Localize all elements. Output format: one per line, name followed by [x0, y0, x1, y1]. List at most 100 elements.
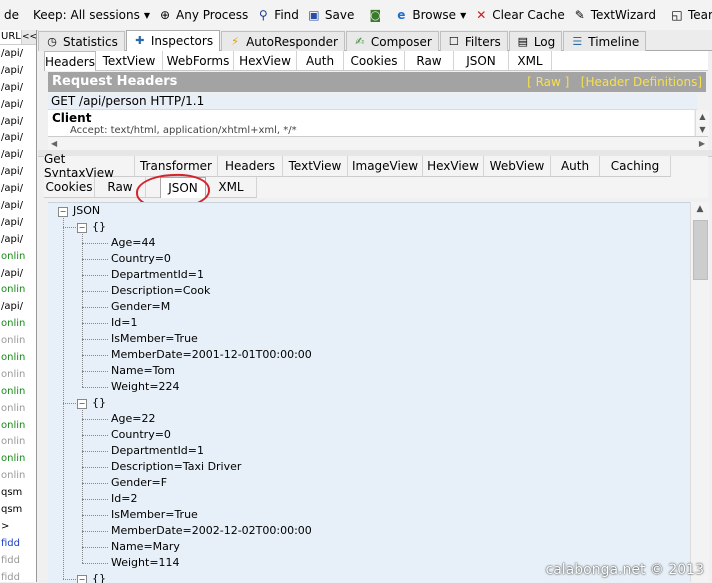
textwizard-button[interactable]: ✎ TextWizard — [569, 3, 660, 27]
session-row[interactable]: onlin — [0, 315, 36, 332]
session-row[interactable]: qsm — [0, 484, 36, 501]
resp-tab-raw[interactable]: Raw — [95, 177, 146, 198]
session-row[interactable]: /api/ — [0, 146, 36, 163]
screenshot-button[interactable]: ◙ — [364, 3, 390, 27]
json-property-node[interactable]: Name=Mary — [111, 539, 180, 555]
resp-tab-transformer[interactable]: Transformer — [135, 156, 218, 177]
json-object-node[interactable]: {} — [92, 571, 106, 583]
json-property-node[interactable]: Weight=114 — [111, 555, 180, 571]
scrollbar-thumb[interactable] — [693, 220, 708, 280]
session-row[interactable]: onlin — [0, 366, 36, 383]
req-tab-headers[interactable]: Headers — [44, 51, 96, 71]
resp-tab-syntaxview[interactable]: Get SyntaxView — [44, 152, 135, 180]
session-row[interactable]: onlin — [0, 349, 36, 366]
json-root-node[interactable]: JSON — [73, 203, 100, 219]
session-row[interactable]: /api/ — [0, 214, 36, 231]
req-tab-textview[interactable]: TextView — [96, 51, 163, 70]
session-row[interactable]: fidd — [0, 552, 36, 569]
session-row[interactable]: /api/ — [0, 163, 36, 180]
json-property-node[interactable]: Id=1 — [111, 315, 137, 331]
session-row[interactable]: onlin — [0, 433, 36, 450]
clear-cache-button[interactable]: ✕ Clear Cache — [470, 3, 569, 27]
req-tab-raw[interactable]: Raw — [405, 51, 454, 70]
session-row[interactable]: qsm — [0, 501, 36, 518]
json-property-node[interactable]: Country=0 — [111, 427, 171, 443]
session-row[interactable]: /api/ — [0, 180, 36, 197]
json-vertical-scrollbar[interactable]: ▲ — [690, 202, 709, 582]
session-row[interactable]: /api/ — [0, 231, 36, 248]
resp-tab-webview[interactable]: WebView — [484, 156, 551, 177]
url-column-header[interactable]: URL — [0, 30, 21, 44]
json-property-node[interactable]: MemberDate=2001-12-01T00:00:00 — [111, 347, 312, 363]
keep-sessions-dropdown[interactable]: Keep: All sessions ▼ — [29, 3, 154, 27]
req-tab-auth[interactable]: Auth — [297, 51, 344, 70]
req-tab-xml[interactable]: XML — [509, 51, 552, 70]
resp-tab-json[interactable]: JSON — [160, 177, 206, 198]
json-property-node[interactable]: Description=Taxi Driver — [111, 459, 241, 475]
resp-tab-imageview[interactable]: ImageView — [348, 156, 423, 177]
resp-tab-xml[interactable]: XML — [206, 177, 257, 198]
resp-tab-auth[interactable]: Auth — [551, 156, 600, 177]
session-row[interactable]: onlin — [0, 417, 36, 434]
session-row[interactable]: fidd — [0, 535, 36, 552]
session-row[interactable]: /api/ — [0, 197, 36, 214]
resp-tab-cookies[interactable]: Cookies — [44, 177, 95, 198]
session-row[interactable]: /api/ — [0, 45, 36, 62]
session-row[interactable]: onlin — [0, 400, 36, 417]
json-tree-view[interactable]: − JSON −{} Age=44 Country=0 DepartmentId=1 Des… — [48, 202, 690, 583]
tab-filters[interactable]: ☐ Filters — [439, 31, 508, 51]
req-tab-json[interactable]: JSON — [454, 51, 509, 70]
raw-link[interactable]: [ Raw ] — [527, 75, 569, 89]
json-property-node[interactable]: MemberDate=2002-12-02T00:00:00 — [111, 523, 312, 539]
client-section-title[interactable]: Client — [48, 110, 694, 126]
find-button[interactable]: ⚲ Find — [252, 3, 303, 27]
tab-composer[interactable]: ✍ Composer — [345, 31, 439, 51]
session-row[interactable]: onlin — [0, 467, 36, 484]
session-row[interactable]: /api/ — [0, 129, 36, 146]
tab-autoresponder[interactable]: ⚡ AutoResponder — [221, 31, 345, 51]
json-property-node[interactable]: IsMember=True — [111, 331, 198, 347]
tab-log[interactable]: ▤ Log — [508, 31, 563, 51]
tab-timeline[interactable]: ☰ Timeline — [563, 31, 647, 51]
json-property-node[interactable]: Gender=M — [111, 299, 170, 315]
tab-statistics[interactable]: ◷ Statistics — [38, 31, 125, 51]
session-row[interactable]: onlin — [0, 450, 36, 467]
resp-tab-headers[interactable]: Headers — [218, 156, 283, 177]
resp-tab-textview[interactable]: TextView — [283, 156, 348, 177]
json-property-node[interactable]: Age=44 — [111, 235, 156, 251]
header-definitions-link[interactable]: [Header Definitions] — [581, 75, 702, 89]
save-button[interactable]: ▣ Save — [303, 3, 358, 27]
json-property-node[interactable]: Gender=F — [111, 475, 167, 491]
tearoff-button[interactable]: ◱ Tearoff — [666, 3, 712, 27]
req-tab-webforms[interactable]: WebForms — [163, 51, 234, 70]
request-vertical-scrollbar[interactable]: ▲ ▼ — [695, 110, 709, 136]
session-row[interactable]: onlin — [0, 281, 36, 298]
collapse-button[interactable]: << — [21, 30, 36, 44]
json-property-node[interactable]: IsMember=True — [111, 507, 198, 523]
resp-tab-hexview[interactable]: HexView — [423, 156, 484, 177]
req-tab-hexview[interactable]: HexView — [234, 51, 297, 70]
json-property-node[interactable]: DepartmentId=1 — [111, 443, 204, 459]
json-property-node[interactable]: Id=2 — [111, 491, 137, 507]
session-row[interactable]: /api/ — [0, 79, 36, 96]
json-property-node[interactable]: Weight=224 — [111, 379, 180, 395]
request-horizontal-scrollbar[interactable]: ◀ ▶ — [48, 136, 708, 151]
session-row[interactable]: /api/ — [0, 96, 36, 113]
any-process-button[interactable]: ⊕ Any Process — [154, 3, 252, 27]
json-object-node[interactable]: {} — [92, 395, 106, 411]
session-row[interactable]: /api/ — [0, 298, 36, 315]
session-row[interactable]: /api/ — [0, 62, 36, 79]
tab-inspectors[interactable]: ✚ Inspectors — [125, 30, 221, 51]
browse-button[interactable]: e Browse ▼ — [390, 3, 470, 27]
json-property-node[interactable]: Description=Cook — [111, 283, 210, 299]
session-row[interactable]: /api/ — [0, 113, 36, 130]
resp-tab-caching[interactable]: Caching — [600, 156, 671, 177]
req-tab-cookies[interactable]: Cookies — [344, 51, 405, 70]
json-property-node[interactable]: Age=22 — [111, 411, 156, 427]
json-property-node[interactable]: DepartmentId=1 — [111, 267, 204, 283]
session-row[interactable]: > — [0, 518, 36, 535]
json-property-node[interactable]: Country=0 — [111, 251, 171, 267]
session-row[interactable]: /api/ — [0, 265, 36, 282]
json-property-node[interactable]: Name=Tom — [111, 363, 175, 379]
session-row[interactable]: onlin — [0, 248, 36, 265]
